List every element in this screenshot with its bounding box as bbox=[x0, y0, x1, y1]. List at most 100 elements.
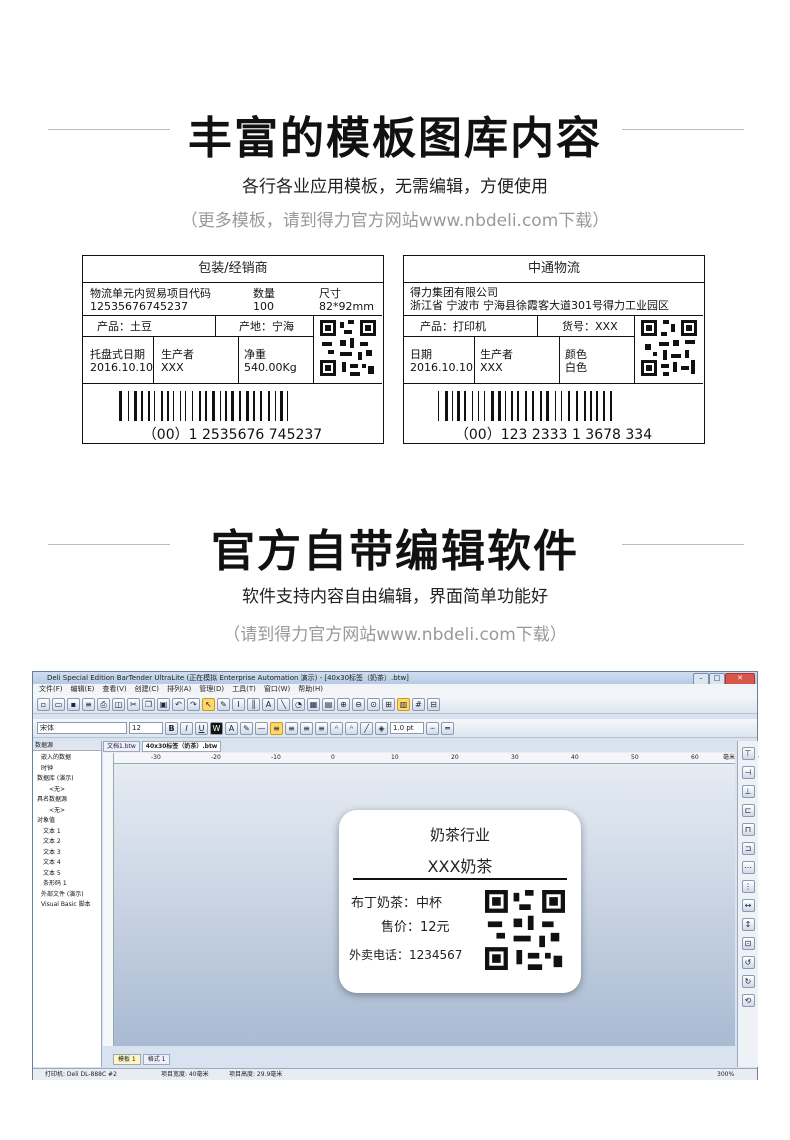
new-file-icon[interactable]: ▫ bbox=[37, 697, 50, 711]
underline-button[interactable]: U bbox=[195, 721, 208, 735]
label-template-card-1[interactable]: 包装/经销商 物流单元内贸易项目代码 12535676745237 数量 100… bbox=[82, 255, 384, 444]
tree-item[interactable]: Visual Basic 脚本 bbox=[37, 900, 91, 911]
rotate-left-icon[interactable]: ↺ bbox=[741, 956, 755, 969]
copy-icon[interactable]: ❐ bbox=[142, 697, 155, 711]
menu-item-5[interactable]: 管理(D) bbox=[199, 684, 224, 695]
data-source-tree[interactable]: 嵌入的数据 时钟 数据库 (演示) <无> 具名数据源 <无> 对象值 文本 1 文本 2 文本 … bbox=[37, 753, 91, 911]
zoom-in-icon[interactable]: ⊕ bbox=[337, 697, 350, 711]
bartender-app-window[interactable]: Deli Special Edition BarTender UltraLite… bbox=[32, 671, 759, 1080]
distribute-v-icon[interactable]: ⋮ bbox=[741, 880, 755, 893]
menu-item-0[interactable]: 文件(F) bbox=[39, 684, 63, 695]
tree-item[interactable]: 文本 2 bbox=[37, 837, 91, 848]
tree-item[interactable]: 嵌入的数据 bbox=[37, 753, 91, 764]
tree-item[interactable]: 对象值 bbox=[37, 816, 91, 827]
align-middle-icon[interactable]: ⊣ bbox=[741, 766, 755, 779]
open-folder-icon[interactable]: ▭ bbox=[52, 697, 65, 711]
bold-button[interactable]: B bbox=[165, 721, 178, 735]
justify-icon[interactable]: ≡ bbox=[315, 721, 328, 735]
font-name-select[interactable]: 宋体 bbox=[37, 722, 127, 734]
font-color-icon[interactable]: A bbox=[225, 721, 238, 735]
window-titlebar[interactable]: Deli Special Edition BarTender UltraLite… bbox=[33, 672, 757, 684]
tree-item[interactable]: 数据库 (演示) bbox=[37, 774, 91, 785]
line-tool-icon[interactable]: ╲ bbox=[277, 697, 290, 711]
center-page-icon[interactable]: ⊡ bbox=[741, 937, 755, 950]
text-effect-2-icon[interactable]: ᴬ bbox=[345, 721, 358, 735]
qr-code-icon[interactable] bbox=[485, 890, 565, 970]
menu-item-1[interactable]: 编辑(E) bbox=[71, 684, 95, 695]
shape-tool-icon[interactable]: ◔ bbox=[292, 697, 305, 711]
align-top-icon[interactable]: ⊤ bbox=[741, 747, 755, 760]
distribute-h-icon[interactable]: ⋯ bbox=[741, 861, 755, 874]
encoder-tool-icon[interactable]: ▤ bbox=[322, 697, 335, 711]
barcode-tool-icon[interactable]: ║ bbox=[247, 697, 260, 711]
tree-item[interactable]: 具名数据源 bbox=[37, 795, 91, 806]
zoom-out-icon[interactable]: ⊖ bbox=[352, 697, 365, 711]
tab-format-1[interactable]: 格式 1 bbox=[142, 1054, 171, 1065]
menu-item-8[interactable]: 帮助(H) bbox=[298, 684, 323, 695]
paste-icon[interactable]: ▣ bbox=[157, 697, 170, 711]
grid-icon[interactable]: # bbox=[412, 697, 425, 711]
tree-item[interactable]: 条形码 1 bbox=[37, 879, 91, 890]
tree-item[interactable]: 文本 4 bbox=[37, 858, 91, 869]
align-center-h-icon[interactable]: ⊓ bbox=[741, 823, 755, 836]
menu-item-2[interactable]: 查看(V) bbox=[102, 684, 126, 695]
milk-tea-label[interactable]: 奶茶行业 XXX奶茶 布丁奶茶：中杯 售价：12元 外卖电话：1234567 bbox=[339, 810, 581, 993]
undo-icon[interactable]: ↶ bbox=[172, 697, 185, 711]
tab-doc1[interactable]: 文档1.btw bbox=[103, 741, 140, 752]
italic-button[interactable]: I bbox=[180, 721, 193, 735]
zoom-page-icon[interactable]: ⊞ bbox=[382, 697, 395, 711]
print-icon[interactable]: ⎙ bbox=[97, 697, 110, 711]
text-effect-icon[interactable]: ᴬ bbox=[330, 721, 343, 735]
tree-item[interactable]: <无> bbox=[37, 785, 91, 796]
zoom-level[interactable]: 300% bbox=[717, 1069, 734, 1080]
tree-item[interactable]: 外部文件 (演示) bbox=[37, 890, 91, 901]
same-width-icon[interactable]: ↔ bbox=[741, 899, 755, 912]
tree-item[interactable]: 时钟 bbox=[37, 764, 91, 775]
label-template-card-2[interactable]: 中通物流 得力集团有限公司 浙江省 宁波市 宁海县徐霞客大道301号得力工业园区… bbox=[403, 255, 705, 444]
tree-item[interactable]: 文本 3 bbox=[37, 848, 91, 859]
cut-icon[interactable]: ✂ bbox=[127, 697, 140, 711]
align-center-icon[interactable]: ≡ bbox=[285, 721, 298, 735]
reverse-button[interactable]: W bbox=[210, 721, 223, 735]
align-left-edge-icon[interactable]: ⊏ bbox=[741, 804, 755, 817]
dash-icon[interactable]: — bbox=[255, 721, 268, 735]
picture-tool-icon[interactable]: ▦ bbox=[307, 697, 320, 711]
label-line2[interactable]: XXX奶茶 bbox=[339, 853, 581, 877]
highlight-icon[interactable]: ✎ bbox=[240, 721, 253, 735]
tab-template-1[interactable]: 模板 1 bbox=[113, 1054, 141, 1065]
align-left-icon[interactable]: ≡ bbox=[270, 721, 283, 735]
line-end-icon[interactable]: ═ bbox=[441, 721, 454, 735]
print-preview-icon[interactable]: ◫ bbox=[112, 697, 125, 711]
menu-item-4[interactable]: 排列(A) bbox=[167, 684, 191, 695]
template-icon[interactable]: ▥ bbox=[397, 697, 410, 711]
tab-milk-tea[interactable]: 40x30标签（奶茶）.btw bbox=[141, 741, 222, 752]
align-bottom-icon[interactable]: ⊥ bbox=[741, 785, 755, 798]
database-icon[interactable]: ≡ bbox=[82, 697, 95, 711]
menu-item-6[interactable]: 工具(T) bbox=[232, 684, 256, 695]
fill-color-icon[interactable]: ◈ bbox=[375, 721, 388, 735]
label-line5[interactable]: 外卖电话：1234567 bbox=[349, 946, 462, 963]
menu-item-3[interactable]: 创建(C) bbox=[135, 684, 159, 695]
line-color-icon[interactable]: ╱ bbox=[360, 721, 373, 735]
text-cursor-icon[interactable]: I bbox=[232, 697, 245, 711]
same-height-icon[interactable]: ↕ bbox=[741, 918, 755, 931]
label-line1[interactable]: 奶茶行业 bbox=[339, 824, 581, 845]
save-icon[interactable]: ▪ bbox=[67, 697, 80, 711]
tree-item[interactable]: <无> bbox=[37, 806, 91, 817]
line-style-icon[interactable]: ┄ bbox=[426, 721, 439, 735]
menu-item-7[interactable]: 窗口(W) bbox=[264, 684, 290, 695]
text-tool-icon[interactable]: A bbox=[262, 697, 275, 711]
align-right-icon[interactable]: ≡ bbox=[300, 721, 313, 735]
label-line3[interactable]: 布丁奶茶：中杯 bbox=[351, 892, 442, 911]
align-right-edge-icon[interactable]: ⊐ bbox=[741, 842, 755, 855]
select-pointer-icon[interactable]: ↖ bbox=[202, 697, 215, 711]
align-grid-icon[interactable]: ⊟ bbox=[427, 697, 440, 711]
brush-icon[interactable]: ✎ bbox=[217, 697, 230, 711]
tree-item[interactable]: 文本 5 bbox=[37, 869, 91, 880]
label-line4[interactable]: 售价：12元 bbox=[381, 916, 450, 935]
tree-item[interactable]: 文本 1 bbox=[37, 827, 91, 838]
rotate-180-icon[interactable]: ⟲ bbox=[741, 994, 755, 1007]
font-size-select[interactable]: 12 bbox=[129, 722, 163, 734]
redo-icon[interactable]: ↷ bbox=[187, 697, 200, 711]
zoom-fit-icon[interactable]: ⊙ bbox=[367, 697, 380, 711]
